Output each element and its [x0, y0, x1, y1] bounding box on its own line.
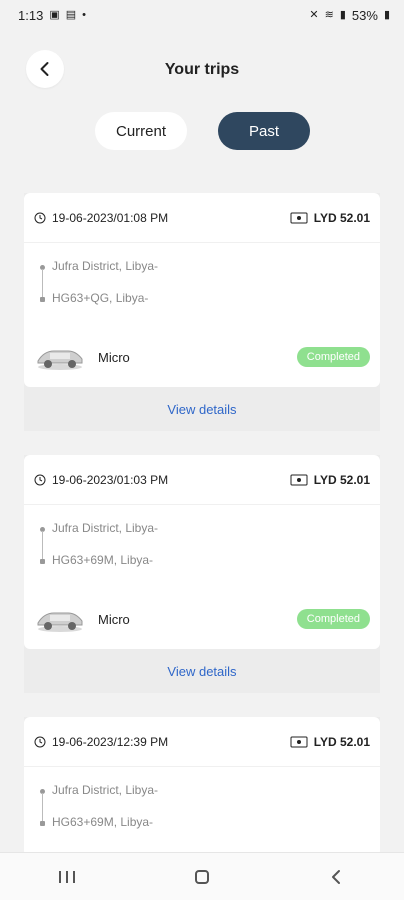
car-icon [37, 612, 83, 632]
signal-icon: ▮ [339, 8, 346, 21]
drop-square-icon [40, 297, 45, 302]
route-line [42, 269, 43, 299]
pickup-location: Jufra District, Libya- [52, 783, 159, 797]
back-nav-button[interactable] [317, 865, 357, 889]
trip-datetime: 19-06-2023/01:03 PM [52, 472, 169, 487]
battery-percent: 53% [351, 7, 378, 23]
trip-date: 19-06-2023/01:03 PM [34, 473, 168, 487]
chevron-left-icon [40, 62, 49, 76]
clock-icon [34, 212, 46, 223]
trip-date: 19-06-2023/12:39 PM [34, 735, 168, 749]
trip-route: Jufra District, Libya- HG63+QG, Libya- [24, 243, 380, 327]
view-details-row: View details [24, 387, 380, 431]
trip-card[interactable]: 19-06-2023/12:39 PM LYD 52.01 Jufra Dist… [24, 717, 380, 857]
app-icon: ▤ [65, 8, 77, 21]
route-line [42, 531, 43, 561]
trip-datetime: 19-06-2023/12:39 PM [52, 734, 169, 749]
status-time: 1:13 [18, 7, 44, 23]
trip-date: 19-06-2023/01:08 PM [34, 211, 168, 225]
mute-icon: ✕ [309, 8, 319, 21]
pickup-location: Jufra District, Libya- [52, 521, 159, 535]
pickup-location: Jufra District, Libya- [52, 259, 159, 273]
view-details-row: View details [24, 649, 380, 693]
home-icon [194, 869, 209, 884]
gallery-icon: ▣ [49, 8, 60, 21]
vehicle-type: Micro [98, 611, 130, 627]
clock-icon [34, 474, 46, 485]
status-badge: Completed [296, 609, 370, 629]
drop-location: HG63+QG, Libya- [52, 291, 149, 305]
trip-fare: LYD 52.01 [290, 211, 370, 225]
status-bar: 1:13 ▣ ▤ • ✕ ≋ ▮ 53% ▮ [0, 0, 404, 30]
cash-icon [290, 474, 308, 485]
trip-group: 19-06-2023/01:03 PM LYD 52.01 Jufra Dist… [24, 455, 380, 693]
trip-meta-row: 19-06-2023/01:03 PM LYD 52.01 [24, 455, 380, 505]
android-nav-bar [0, 852, 404, 900]
chevron-left-icon [331, 869, 340, 884]
drop-location: HG63+69M, Libya- [52, 553, 154, 567]
drop-location: HG63+69M, Libya- [52, 815, 154, 829]
trip-route: Jufra District, Libya- HG63+69M, Libya- [24, 767, 380, 851]
trip-meta-row: 19-06-2023/12:39 PM LYD 52.01 [24, 717, 380, 767]
trip-group: 19-06-2023/12:39 PM LYD 52.01 Jufra Dist… [24, 717, 380, 857]
view-details-link[interactable]: View details [167, 402, 236, 417]
drop-square-icon [40, 559, 45, 564]
home-button[interactable] [182, 865, 222, 889]
status-badge: Completed [296, 347, 370, 367]
header: Your trips [0, 30, 404, 110]
trip-fare-value: LYD 52.01 [313, 210, 370, 225]
trip-fare: LYD 52.01 [290, 735, 370, 749]
route-line [42, 793, 43, 823]
trip-fare-value: LYD 52.01 [313, 472, 370, 487]
cash-icon [290, 736, 308, 747]
status-left: 1:13 ▣ ▤ • [18, 8, 86, 23]
trip-status-row: Micro Completed [24, 589, 380, 649]
vehicle: Micro [34, 341, 130, 373]
recent-apps-icon [59, 870, 76, 883]
vehicle-type: Micro [98, 349, 130, 365]
trip-group: 19-06-2023/01:08 PM LYD 52.01 Jufra Dist… [24, 193, 380, 431]
page-title: Your trips [164, 61, 240, 78]
wifi-icon: ≋ [324, 8, 334, 21]
battery-icon: ▮ [383, 8, 390, 21]
recent-apps-button[interactable] [47, 865, 87, 889]
trip-fare-value: LYD 52.01 [313, 734, 370, 749]
status-right: ✕ ≋ ▮ 53% ▮ [309, 8, 390, 23]
clock-icon [34, 736, 46, 747]
tabs: Current Past [0, 112, 404, 152]
dot-icon: • [82, 8, 86, 21]
view-details-link[interactable]: View details [167, 664, 236, 679]
trip-card[interactable]: 19-06-2023/01:08 PM LYD 52.01 Jufra Dist… [24, 193, 380, 387]
trip-datetime: 19-06-2023/01:08 PM [52, 210, 169, 225]
trip-route: Jufra District, Libya- HG63+69M, Libya- [24, 505, 380, 589]
back-button[interactable] [26, 50, 64, 88]
trip-status-row: Micro Completed [24, 327, 380, 387]
trip-card[interactable]: 19-06-2023/01:03 PM LYD 52.01 Jufra Dist… [24, 455, 380, 649]
trip-meta-row: 19-06-2023/01:08 PM LYD 52.01 [24, 193, 380, 243]
tab-past[interactable]: Past [218, 112, 310, 150]
trip-fare: LYD 52.01 [290, 473, 370, 487]
car-icon [37, 350, 83, 370]
cash-icon [290, 212, 308, 223]
drop-square-icon [40, 821, 45, 826]
vehicle: Micro [34, 603, 130, 635]
tab-current[interactable]: Current [95, 112, 187, 150]
